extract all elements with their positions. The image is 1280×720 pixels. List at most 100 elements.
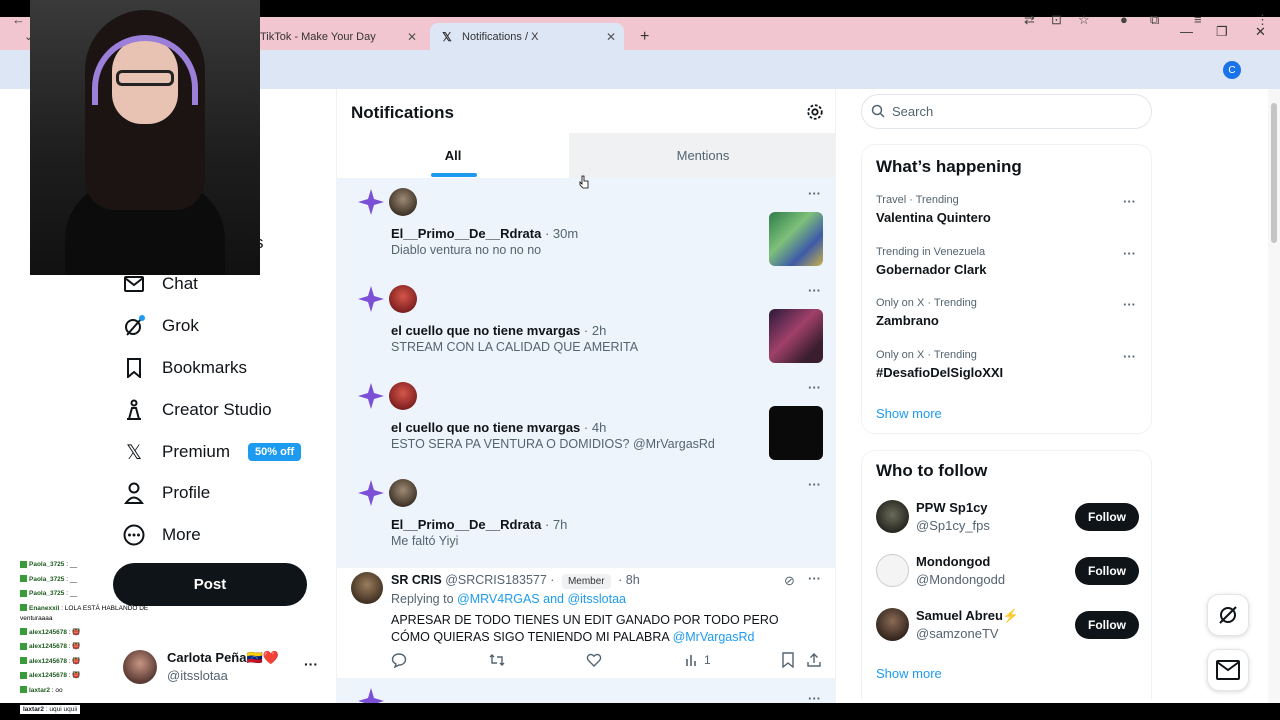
chat-line-latest: laxtar2 : uqui uquii	[20, 705, 81, 714]
show-more-link[interactable]: Show more	[876, 406, 942, 421]
close-icon[interactable]: ✕	[606, 30, 616, 44]
close-icon[interactable]: ✕	[407, 30, 417, 44]
more-icon[interactable]: ···	[808, 380, 821, 395]
user-name[interactable]: Samuel Abreu⚡	[916, 608, 1019, 624]
grok-icon[interactable]: ⊘	[784, 573, 795, 589]
avatar[interactable]	[876, 554, 909, 587]
post-header: SR CRIS @SRCRIS183577 · Member · 8h	[391, 573, 640, 589]
replying-to-link[interactable]: @MRV4RGAS and @itsslotaa	[457, 592, 626, 606]
tab-mentions[interactable]: Mentions	[569, 133, 835, 178]
avatar[interactable]	[876, 500, 909, 533]
more-icon[interactable]: ···	[1123, 194, 1136, 209]
notification-text: STREAM CON LA CALIDAD QUE AMERITA	[391, 340, 639, 354]
trend-item[interactable]: Travel · Trending Valentina Quintero ···	[876, 194, 1136, 239]
trend-item[interactable]: Only on X · Trending Zambrano ···	[876, 297, 1136, 342]
nav-item-label: Premium	[162, 442, 231, 461]
cookie-icon[interactable]: ●	[1120, 12, 1128, 27]
nav-item-grok[interactable]: Grok	[123, 311, 199, 341]
reply-icon[interactable]	[391, 652, 407, 668]
show-more-link[interactable]: Show more	[876, 666, 942, 681]
account-more-icon[interactable]: ···	[304, 656, 318, 672]
nav-item-label: Creator Studio	[162, 400, 272, 419]
minimize-icon[interactable]: —	[1180, 24, 1193, 39]
trend-item[interactable]: Trending in Venezuela Gobernador Clark ·…	[876, 246, 1136, 291]
user-name[interactable]: PPW Sp1cy	[916, 500, 988, 515]
panel-title: What’s happening	[876, 157, 1022, 176]
views-icon[interactable]: 1	[684, 652, 711, 668]
list-item[interactable]: ··· El__Primo__De__Rdrata · 30m Diablo v…	[337, 178, 835, 275]
repost-icon[interactable]	[488, 652, 506, 668]
user-name[interactable]: El__Primo__De__Rdrata	[391, 517, 541, 532]
avatar[interactable]	[389, 285, 417, 313]
bookmark-icon	[123, 357, 145, 379]
tab-notifications-title: Notifications / X	[462, 30, 539, 43]
more-icon[interactable]: ···	[808, 283, 821, 298]
list-item[interactable]: ··· el cuello que no tiene mvargas · 2h …	[337, 275, 835, 372]
follow-suggestion[interactable]: PPW Sp1cy @Sp1cy_fps Follow	[876, 500, 1140, 540]
scrollbar[interactable]	[1268, 89, 1280, 703]
follow-suggestion[interactable]: Mondongod @Mondongodd Follow	[876, 554, 1140, 594]
user-name[interactable]: El__Primo__De__Rdrata	[391, 226, 541, 241]
trend-item[interactable]: Only on X · Trending #DesafioDelSigloXXI…	[876, 349, 1136, 394]
media-icon[interactable]: ≡	[1194, 12, 1202, 27]
like-icon[interactable]	[586, 652, 602, 668]
user-name[interactable]: el cuello que no tiene mvargas	[391, 323, 580, 338]
more-icon[interactable]: ···	[808, 186, 821, 201]
messages-fab-button[interactable]	[1207, 649, 1249, 691]
timestamp: · 8h	[618, 573, 640, 587]
user-name[interactable]: SR CRIS	[391, 573, 442, 587]
follow-button[interactable]: Follow	[1075, 503, 1139, 531]
more-icon[interactable]: ···	[1123, 297, 1136, 312]
mention-link[interactable]: @MrVargasRd	[673, 630, 755, 644]
more-icon[interactable]: ···	[1123, 349, 1136, 364]
avatar[interactable]	[351, 572, 383, 604]
browser-profile-avatar[interactable]: C	[1223, 61, 1241, 79]
user-name[interactable]: el cuello que no tiene mvargas	[391, 420, 580, 435]
tab-all[interactable]: All	[337, 133, 569, 178]
menu-icon[interactable]: ⋮	[1256, 12, 1269, 28]
restore-icon[interactable]: ❐	[1216, 24, 1228, 40]
translate-icon[interactable]: ⇄	[1024, 12, 1035, 28]
share-icon[interactable]	[806, 652, 822, 668]
more-icon[interactable]: ···	[1123, 246, 1136, 261]
user-name[interactable]: Mondongod	[916, 554, 990, 569]
nav-item-more[interactable]: More	[123, 520, 201, 550]
new-tab-button[interactable]: +	[630, 23, 654, 50]
nav-item-creator-studio[interactable]: Creator Studio	[123, 395, 272, 425]
avatar[interactable]	[389, 479, 417, 507]
list-item[interactable]: ··· El__Primo__De__Rdrata · 7h Me faltó …	[337, 469, 835, 566]
scrollbar-thumb[interactable]	[1271, 103, 1277, 243]
avatar[interactable]	[389, 188, 417, 216]
page-title: Notifications	[351, 103, 454, 122]
nav-item-label: Bookmarks	[162, 358, 248, 377]
thumbnail-image[interactable]	[769, 212, 823, 266]
tab-notifications[interactable]: 𝕏 Notifications / X ✕	[430, 23, 624, 50]
more-icon[interactable]: ···	[808, 691, 821, 703]
more-icon[interactable]: ···	[808, 571, 821, 586]
avatar[interactable]	[876, 608, 909, 641]
star-icon[interactable]: ☆	[1078, 12, 1090, 28]
reply-post[interactable]: SR CRIS @SRCRIS183577 · Member · 8h ⊘ ··…	[337, 567, 835, 679]
search-input[interactable]: Search	[861, 94, 1152, 129]
nav-item-profile[interactable]: Profile	[123, 478, 210, 508]
more-icon[interactable]: ···	[808, 477, 821, 492]
bookmark-icon[interactable]	[781, 652, 795, 668]
list-item[interactable]: ··· el cuello que no tiene mvargas · 4h …	[337, 372, 835, 469]
thumbnail-image[interactable]	[769, 309, 823, 363]
nav-item-premium[interactable]: 𝕏 Premium 50% off	[123, 437, 302, 467]
user-handle[interactable]: @SRCRIS183577 ·	[445, 573, 554, 587]
follow-button[interactable]: Follow	[1075, 557, 1139, 585]
trend-name: Valentina Quintero	[876, 210, 991, 225]
webcam-overlay	[30, 0, 260, 275]
gear-icon[interactable]	[806, 103, 824, 121]
follow-suggestion[interactable]: Samuel Abreu⚡ @samzoneTV Follow	[876, 608, 1140, 648]
avatar[interactable]	[389, 382, 417, 410]
back-icon[interactable]: ←	[12, 12, 25, 27]
nav-item-bookmarks[interactable]: Bookmarks	[123, 353, 247, 383]
follow-button[interactable]: Follow	[1075, 611, 1139, 639]
install-icon[interactable]: ⊡	[1051, 12, 1062, 28]
thumbnail-image[interactable]	[769, 406, 823, 460]
tab-tiktok[interactable]: TikTok - Make Your Day ✕	[250, 23, 425, 50]
grok-fab-button[interactable]	[1207, 594, 1249, 636]
extensions-icon[interactable]: ⧉	[1150, 12, 1159, 28]
